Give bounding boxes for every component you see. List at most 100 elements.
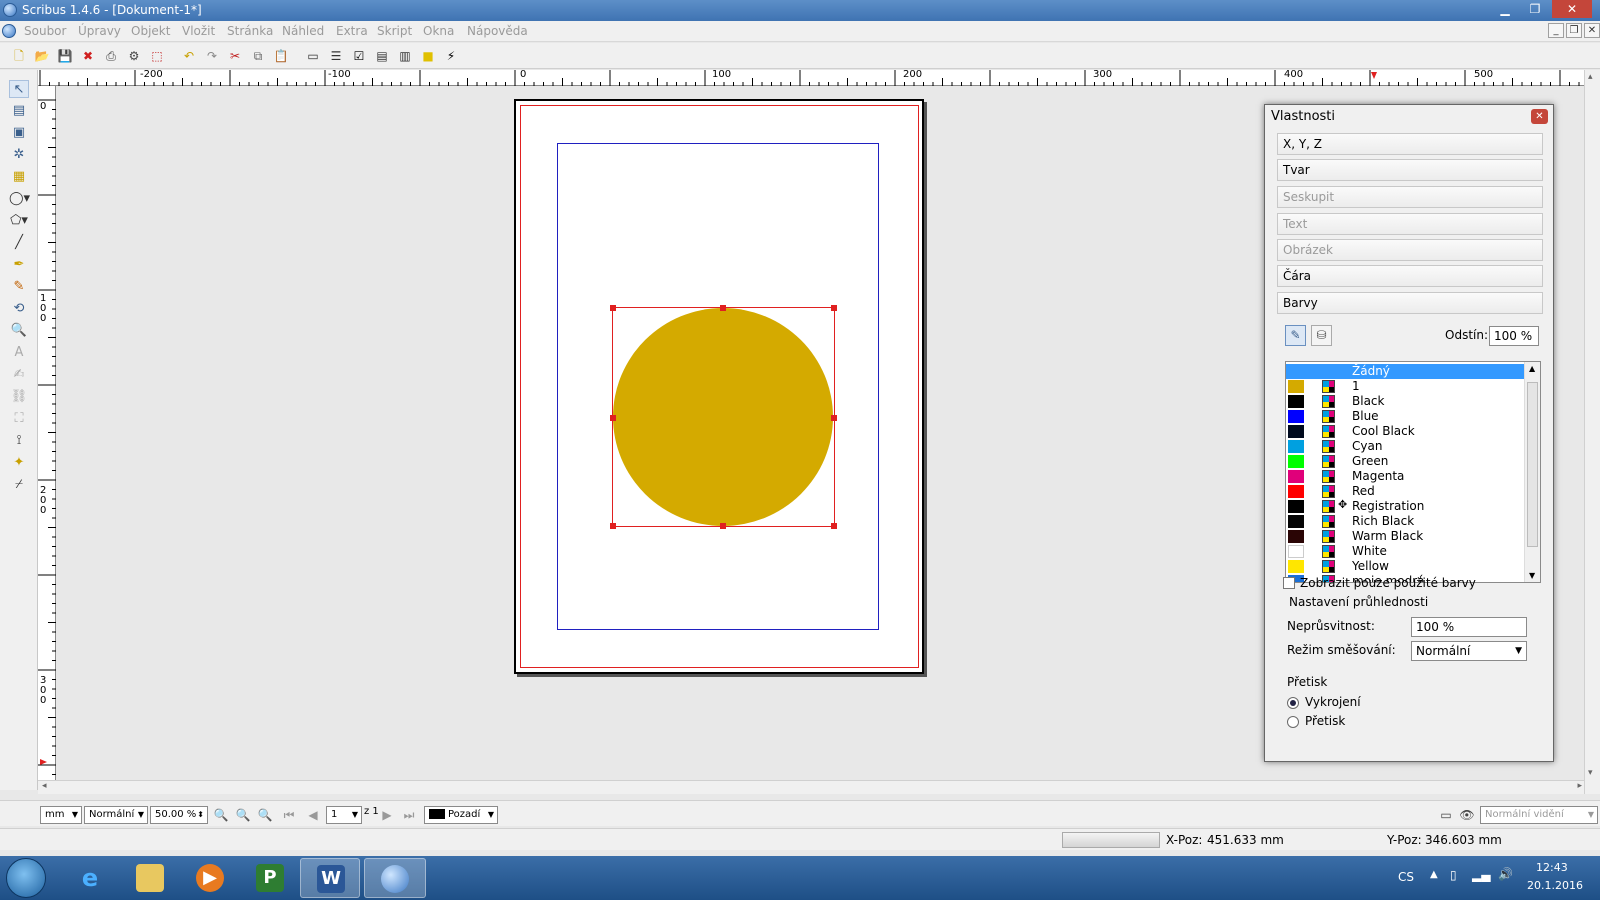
vertical-ruler[interactable]: 0 1 0 0 2 0 0 3 0 0 <box>38 86 56 780</box>
volume-icon[interactable]: 🔊 <box>1498 867 1513 881</box>
select-tool-icon[interactable]: ↖ <box>9 80 29 98</box>
freehand-tool-icon[interactable]: ✎ <box>9 278 29 296</box>
signal-icon[interactable]: ▂▄ <box>1472 868 1490 882</box>
pdf-link-icon[interactable]: ⚡ <box>442 47 460 65</box>
first-page-icon[interactable]: ⏮ <box>280 806 298 824</box>
resize-handle[interactable] <box>610 305 616 311</box>
color-list-item[interactable]: Green <box>1286 454 1524 469</box>
menu-extra[interactable]: Extra <box>336 24 368 38</box>
properties-panel[interactable]: Vlastnosti ✕ X, Y, Z Tvar Seskupit Text … <box>1264 104 1554 762</box>
mdi-close-icon[interactable]: ✕ <box>1584 23 1600 38</box>
render-mode-select[interactable]: Normální ▼ <box>84 806 148 824</box>
resize-handle[interactable] <box>831 415 837 421</box>
new-document-icon[interactable]: 🗋 <box>10 47 28 65</box>
save-icon[interactable]: 💾 <box>56 47 74 65</box>
section-colors[interactable]: Barvy <box>1277 292 1543 314</box>
bezier-tool-icon[interactable]: ✒ <box>9 256 29 274</box>
start-button-icon[interactable] <box>6 858 46 898</box>
section-text[interactable]: Text <box>1277 213 1543 235</box>
rotate-tool-icon[interactable]: ⟲ <box>9 300 29 318</box>
cut-icon[interactable]: ✂ <box>226 47 244 65</box>
pdf-checkbox-icon[interactable]: ☑ <box>350 47 368 65</box>
selection-box[interactable] <box>610 305 837 529</box>
close-document-icon[interactable]: ✖ <box>79 47 97 65</box>
clock-date[interactable]: 20.1.2016 <box>1527 879 1583 892</box>
copy-icon[interactable]: ⧉ <box>249 47 267 65</box>
shape-tool-icon[interactable]: ◯▾ <box>9 190 30 208</box>
image-frame-tool-icon[interactable]: ▣ <box>9 124 29 142</box>
view-mode-select[interactable]: Normální vidění ▼ <box>1480 806 1598 824</box>
measure-tool-icon[interactable]: ⟟ <box>9 432 29 450</box>
resize-handle[interactable] <box>720 523 726 529</box>
pdf-listbox-icon[interactable]: ▥ <box>396 47 414 65</box>
zoom-input[interactable]: 50.00 % ⬍ <box>150 806 208 824</box>
mdi-restore-icon[interactable]: ❐ <box>1566 23 1582 38</box>
menu-skript[interactable]: Skript <box>377 24 412 38</box>
print-icon[interactable]: ⎙ <box>102 47 120 65</box>
resize-handle[interactable] <box>610 523 616 529</box>
line-tool-icon[interactable]: ╱ <box>9 234 29 252</box>
menu-soubor[interactable]: Soubor <box>24 24 66 38</box>
resize-handle[interactable] <box>720 305 726 311</box>
opacity-spinbox[interactable]: 100 % <box>1411 617 1527 637</box>
pdf-button-icon[interactable]: ▭ <box>304 47 322 65</box>
open-icon[interactable]: 📂 <box>33 47 51 65</box>
next-page-icon[interactable]: ▶ <box>378 806 396 824</box>
polygon-tool-icon[interactable]: ⬠▾ <box>9 212 29 230</box>
last-page-icon[interactable]: ⏭ <box>400 806 418 824</box>
edit-text-icon[interactable]: ✍ <box>9 366 29 384</box>
menu-napoveda[interactable]: Nápověda <box>467 24 528 38</box>
scroll-up-icon[interactable]: ▴ <box>1588 72 1593 82</box>
menu-nahled[interactable]: Náhled <box>282 24 324 38</box>
unit-select[interactable]: mm ▼ <box>40 806 82 824</box>
color-list-item[interactable]: Blue <box>1286 409 1524 424</box>
clock-time[interactable]: 12:43 <box>1536 861 1568 874</box>
horizontal-ruler[interactable]: -200 -100 0 100 200 300 400 500 <box>38 69 1586 86</box>
section-group[interactable]: Seskupit <box>1277 186 1543 208</box>
fill-color-icon[interactable]: ⛁ <box>1311 325 1332 346</box>
color-list-scrollbar[interactable]: ▲ ▼ <box>1524 362 1540 582</box>
color-list-item[interactable]: Cyan <box>1286 439 1524 454</box>
scroll-down-icon[interactable]: ▼ <box>1529 571 1535 580</box>
scroll-left-icon[interactable]: ◂ <box>42 781 47 791</box>
scroll-thumb[interactable] <box>1527 382 1538 547</box>
taskbar-internet-explorer[interactable]: e <box>60 858 120 898</box>
color-list-item[interactable]: Rich Black <box>1286 514 1524 529</box>
render-frame-tool-icon[interactable]: ✲ <box>9 146 29 164</box>
edit-content-icon[interactable]: A <box>9 344 29 362</box>
zoom-out-icon[interactable]: 🔍 <box>212 806 230 824</box>
color-list[interactable]: Žádný 1 Black Blue Cool Black Cyan Green Magent… <box>1285 361 1541 583</box>
shade-spinbox[interactable]: 100 % <box>1489 326 1539 346</box>
link-frames-icon[interactable]: ⛓ <box>9 388 29 406</box>
zoom-100-icon[interactable]: 🔍 <box>234 806 252 824</box>
stroke-color-icon[interactable]: ✎ <box>1285 325 1306 346</box>
color-list-item[interactable]: Cool Black <box>1286 424 1524 439</box>
resize-handle[interactable] <box>831 523 837 529</box>
color-list-item[interactable]: Red <box>1286 484 1524 499</box>
scroll-right-icon[interactable]: ▸ <box>1577 781 1582 791</box>
text-frame-tool-icon[interactable]: ▤ <box>9 102 29 120</box>
close-button[interactable]: ✕ <box>1552 0 1592 18</box>
zoom-tool-icon[interactable]: 🔍 <box>9 322 29 340</box>
color-list-item[interactable]: 1 <box>1286 379 1524 394</box>
unlink-frames-icon[interactable]: ⛶ <box>9 410 29 428</box>
language-indicator[interactable]: CS <box>1398 870 1414 884</box>
taskbar-project[interactable]: P <box>240 858 300 898</box>
color-list-item[interactable]: ✥ Registration <box>1286 498 1524 514</box>
pdf-combobox-icon[interactable]: ▤ <box>373 47 391 65</box>
color-list-item[interactable]: Yellow <box>1286 559 1524 574</box>
pdf-annotation-icon[interactable]: ■ <box>419 47 437 65</box>
taskbar-media-player[interactable]: ▶ <box>180 858 240 898</box>
blend-mode-select[interactable]: Normální ▼ <box>1411 641 1527 661</box>
page-select[interactable]: 1 ▼ <box>326 806 362 824</box>
minimize-button[interactable]: ▁ <box>1492 0 1518 18</box>
zoom-in-icon[interactable]: 🔍 <box>256 806 274 824</box>
preview-toggle-icon[interactable]: ▭ <box>1437 806 1455 824</box>
menu-vlozit[interactable]: Vložit <box>182 24 215 38</box>
section-shape[interactable]: Tvar <box>1277 159 1543 181</box>
horizontal-scrollbar[interactable]: ◂ ▸ <box>38 780 1586 794</box>
knockout-radio[interactable] <box>1287 697 1299 709</box>
mdi-minimize-icon[interactable]: _ <box>1548 23 1564 38</box>
scroll-down-icon[interactable]: ▾ <box>1588 768 1593 778</box>
color-list-item[interactable]: Warm Black <box>1286 529 1524 544</box>
